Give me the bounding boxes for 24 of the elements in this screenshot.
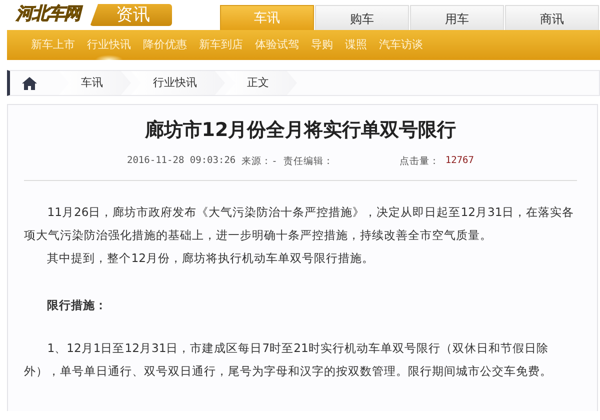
subnav-item[interactable]: 导购 [305,30,339,60]
article-paragraph: 11月26日，廊坊市政府发布《大气污染防治十条严控措施》，决定从即日起至12月31日，在落实各项大气污染防治强化措施的基础上，进一步明确十条严控措施，持续改善全市空气质量。 [24,204,576,244]
subnav-item[interactable]: 谍照 [339,30,373,60]
subnav-item[interactable]: 新车上市 [25,30,81,60]
nav-tab[interactable]: 用车 [410,5,504,30]
view-count: 12767 [445,155,474,168]
editor-label: 责任编辑： [283,155,334,168]
article-paragraph: 1、12月1日至12月31日，市建成区每日7时至21时实行机动车单双号限行（双休日和节假日除外），单号单日通行、双号双日通行，尾号为字母和汉字的按双数管理。限行期间城市公交车免费。 [24,340,553,380]
nav-tab[interactable]: 商讯 [505,5,599,30]
nav-tab[interactable]: 车讯 [220,5,314,30]
source-label: 来源：- [242,155,278,168]
article-title: 廊坊市12月份全月将实行单双号限行 [144,118,458,143]
subnav-item[interactable]: 汽车访谈 [373,30,429,60]
home-icon[interactable] [22,76,37,90]
publish-date: 2016-11-28 09:03:26 [126,155,236,168]
site-logo[interactable]: 河北车网 [0,3,82,29]
views-label: 点击量： [399,155,440,168]
article-paragraph: 其中提到，整个12月份，廊坊将执行机动车单双号限行措施。 [46,250,375,267]
subnav-item[interactable]: 新车到店 [193,30,249,60]
subnav-item[interactable]: 降价优惠 [137,30,193,60]
nav-tab[interactable]: 购车 [315,5,409,30]
section-heading: 限行措施： [46,297,108,314]
subnav-item[interactable]: 体验试驾 [249,30,305,60]
section-label: 资讯 [90,4,172,26]
